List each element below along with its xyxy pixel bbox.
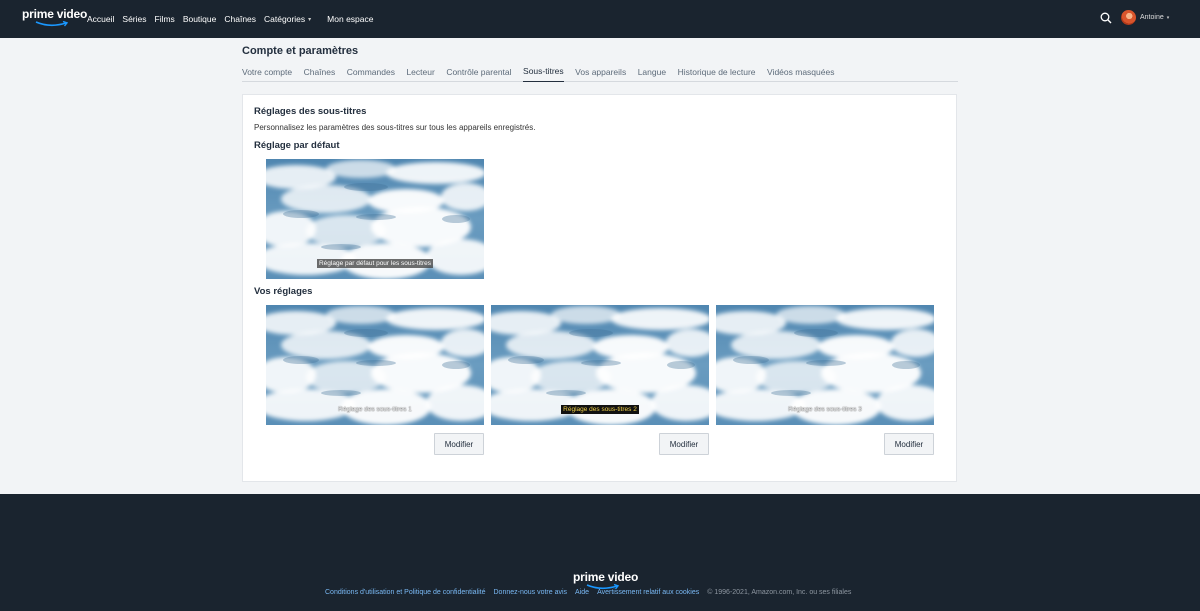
modify-preset-3-button[interactable]: Modifier	[884, 433, 934, 455]
subtitle-preset-3-preview: Réglage des sous-titres 3	[716, 305, 934, 425]
modify-preset-1-button[interactable]: Modifier	[434, 433, 484, 455]
search-icon[interactable]	[1100, 12, 1112, 24]
modify-preset-2-button[interactable]: Modifier	[659, 433, 709, 455]
footer-links: Conditions d'utilisation et Politique de…	[325, 589, 851, 596]
custom-section-title: Vos réglages	[254, 286, 313, 297]
nav-item-mon-espace[interactable]: Mon espace	[327, 14, 373, 24]
subtitle-preset-1-preview: Réglage des sous-titres 1	[266, 305, 484, 425]
footer: prime video Conditions d'utilisation et …	[0, 494, 1200, 611]
top-navigation: prime video Accueil Séries Films Boutiqu…	[0, 0, 1200, 38]
preset-caption: Réglage des sous-titres 2	[561, 405, 639, 414]
subtitle-settings-panel: Réglages des sous-titres Personnalisez l…	[242, 94, 957, 482]
tab-lecteur[interactable]: Lecteur	[406, 62, 434, 82]
copyright: © 1996-2021, Amazon.com, Inc. ou ses fil…	[707, 589, 852, 596]
preset-caption: Réglage des sous-titres 1	[338, 406, 412, 413]
footer-logo-text: prime video	[573, 570, 639, 584]
nav-item-series[interactable]: Séries	[122, 14, 146, 24]
smile-arrow-icon	[35, 21, 69, 27]
tab-controle-parental[interactable]: Contrôle parental	[446, 62, 511, 82]
nav-item-categories[interactable]: Catégories ▾	[264, 14, 311, 24]
panel-title: Réglages des sous-titres	[254, 106, 367, 117]
tab-votre-compte[interactable]: Votre compte	[242, 62, 292, 82]
footer-link-cookies[interactable]: Avertissement relatif aux cookies	[597, 589, 699, 596]
settings-tabs: Votre compte Chaînes Commandes Lecteur C…	[242, 62, 958, 82]
prime-video-logo[interactable]: prime video	[22, 7, 88, 30]
nav-item-films[interactable]: Films	[155, 14, 175, 24]
tab-videos-masquees[interactable]: Vidéos masquées	[767, 62, 834, 82]
logo-text: prime video	[22, 7, 88, 21]
tab-vos-appareils[interactable]: Vos appareils	[575, 62, 626, 82]
preview-caption: Réglage par défaut pour les sous-titres	[316, 259, 433, 268]
panel-description: Personnalisez les paramètres des sous-ti…	[254, 123, 536, 132]
default-subtitle-preview: Réglage par défaut pour les sous-titres	[266, 159, 484, 279]
chevron-down-icon: ▾	[1166, 14, 1170, 21]
tab-chaines[interactable]: Chaînes	[304, 62, 336, 82]
tab-historique[interactable]: Historique de lecture	[678, 62, 756, 82]
page-title: Compte et paramètres	[242, 45, 359, 57]
nav-item-boutique[interactable]: Boutique	[183, 14, 217, 24]
avatar	[1121, 10, 1136, 25]
footer-prime-video-logo[interactable]: prime video	[573, 570, 639, 591]
main-menu: Accueil Séries Films Boutique Chaînes Ca…	[87, 0, 381, 38]
tab-commandes[interactable]: Commandes	[347, 62, 395, 82]
default-section-title: Réglage par défaut	[254, 140, 340, 151]
footer-link-feedback[interactable]: Donnez-nous votre avis	[494, 589, 568, 596]
main-content: Compte et paramètres Votre compte Chaîne…	[0, 38, 1200, 494]
tab-langue[interactable]: Langue	[638, 62, 666, 82]
subtitle-preset-2-preview: Réglage des sous-titres 2	[491, 305, 709, 425]
chevron-down-icon: ▾	[308, 16, 312, 23]
nav-item-chaines[interactable]: Chaînes	[224, 14, 256, 24]
nav-item-accueil[interactable]: Accueil	[87, 14, 114, 24]
tab-sous-titres[interactable]: Sous-titres	[523, 62, 564, 82]
preset-caption: Réglage des sous-titres 3	[788, 406, 862, 413]
footer-link-terms[interactable]: Conditions d'utilisation et Politique de…	[325, 589, 486, 596]
profile-name: Antoine	[1140, 14, 1164, 21]
footer-link-help[interactable]: Aide	[575, 589, 589, 596]
profile-menu[interactable]: Antoine ▾	[1121, 10, 1169, 25]
